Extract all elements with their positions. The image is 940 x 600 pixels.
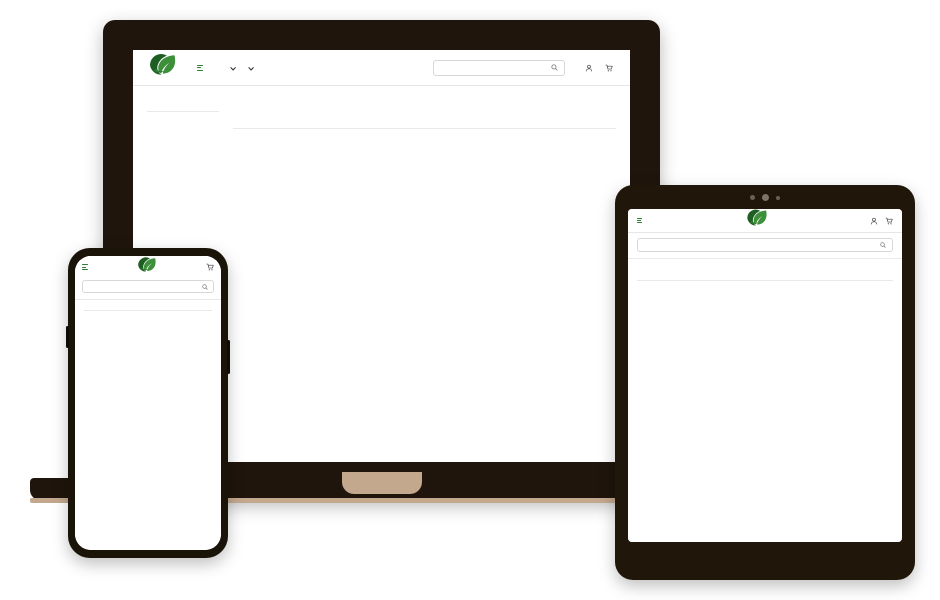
phone-site-logo[interactable] (136, 256, 159, 279)
tablet-site (628, 209, 902, 542)
account-button[interactable] (585, 64, 596, 72)
tablet-account-area (870, 217, 893, 225)
desktop-body (133, 103, 630, 135)
phone-screen (75, 256, 221, 550)
device-mockup-scene (0, 0, 940, 600)
header-account-area (585, 64, 616, 72)
leaf-logo-icon (745, 209, 768, 233)
phone-header (75, 256, 221, 278)
phone-search-row (75, 278, 221, 299)
phone-volume-button[interactable] (66, 326, 69, 348)
phone-power-button[interactable] (227, 340, 230, 374)
user-icon (585, 64, 593, 71)
leaf-logo-icon (136, 256, 157, 279)
site-logo[interactable] (147, 52, 181, 83)
leaf-logo-icon (147, 52, 177, 83)
breadcrumb (628, 259, 902, 271)
monitor-stand-neck (342, 472, 422, 494)
phone-header-divider (75, 299, 221, 300)
breadcrumb (133, 86, 630, 103)
sidebar-divider (147, 111, 219, 112)
cart-icon (605, 64, 613, 71)
main-divider (233, 128, 616, 129)
search-icon[interactable] (880, 242, 886, 248)
chevron-down-icon (230, 65, 236, 70)
menu-icon (637, 217, 642, 224)
nav-shop-category[interactable] (197, 64, 206, 71)
nav-contact-us[interactable] (246, 65, 253, 70)
search-input[interactable] (82, 280, 214, 293)
user-icon[interactable] (870, 217, 878, 225)
phone-site (75, 256, 221, 550)
chevron-down-icon (247, 65, 253, 70)
tablet-search-row (628, 233, 902, 258)
tablet-site-logo[interactable] (745, 209, 771, 233)
desktop-header (133, 50, 630, 86)
search-input[interactable] (637, 238, 893, 252)
desktop-nav (197, 64, 253, 71)
cart-icon[interactable] (206, 263, 214, 271)
search-input[interactable] (433, 59, 565, 76)
category-sidebar (147, 103, 219, 135)
tablet-nav-shop-category[interactable] (637, 217, 645, 224)
menu-icon[interactable] (82, 264, 88, 270)
main-divider (637, 280, 893, 281)
tablet-header (628, 209, 902, 233)
desktop-main (233, 103, 616, 135)
phone-device (66, 248, 230, 558)
search-icon[interactable] (551, 64, 558, 71)
main-divider (84, 310, 212, 311)
tablet-device (615, 185, 915, 580)
nav-about-us[interactable] (228, 65, 236, 70)
menu-icon (197, 64, 203, 71)
tablet-camera-dots (750, 194, 780, 201)
cart-button[interactable] (605, 64, 616, 72)
tablet-screen (628, 209, 902, 542)
search-icon[interactable] (202, 283, 208, 290)
cart-icon[interactable] (885, 217, 893, 225)
